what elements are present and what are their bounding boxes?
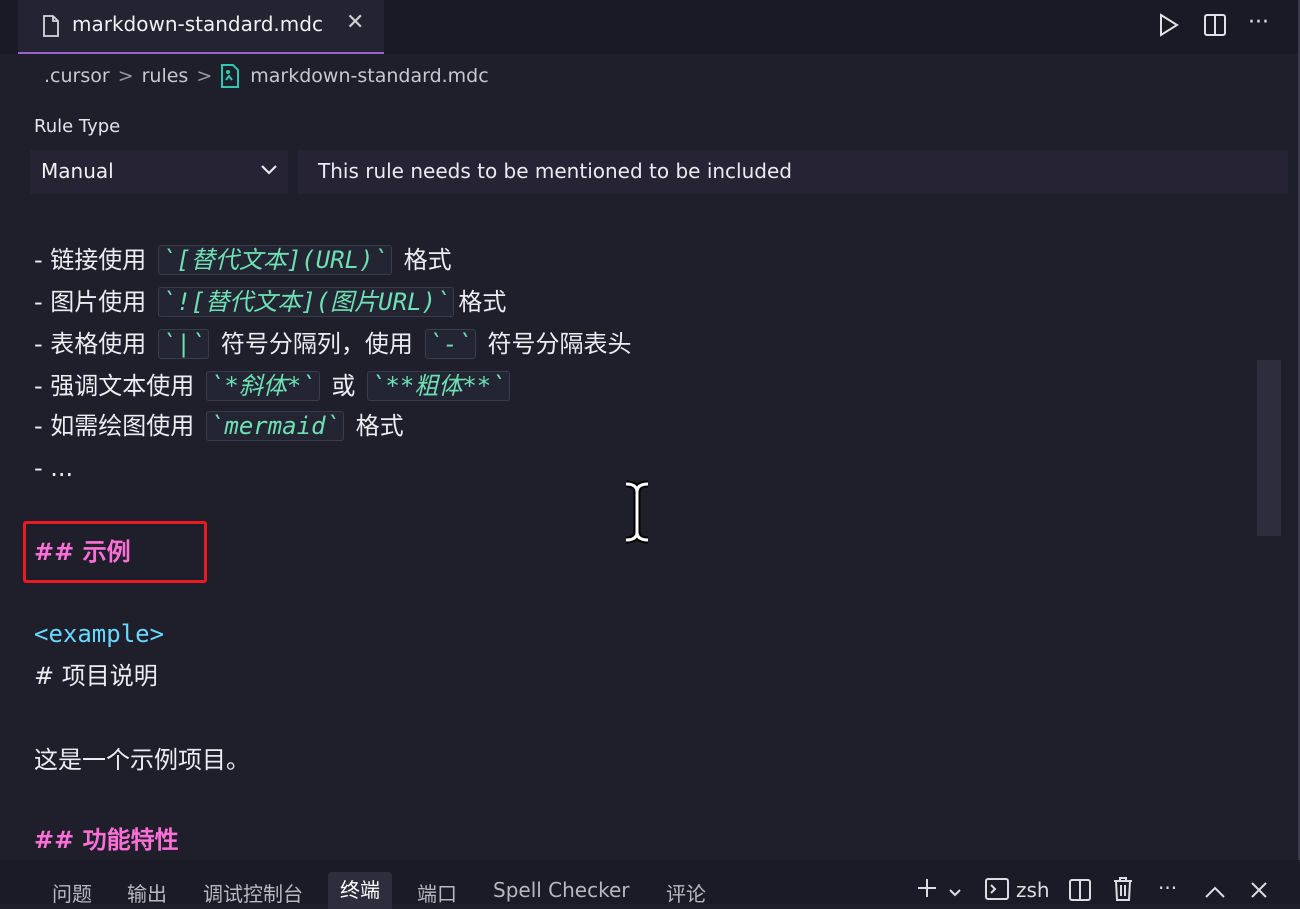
tab-output[interactable]: 输出	[127, 878, 167, 907]
code-line: 这是一个示例项目。	[34, 746, 250, 774]
more-actions-icon[interactable]: ···	[1158, 876, 1177, 900]
split-editor-icon[interactable]	[1203, 12, 1227, 42]
code-line: # 项目说明	[34, 662, 158, 690]
editor-scrollbar[interactable]	[1257, 360, 1281, 536]
text-cursor-icon	[620, 480, 654, 548]
code-line: - 如需绘图使用 `mermaid` 格式	[34, 411, 404, 441]
chevron-down-icon	[260, 162, 278, 181]
file-icon	[42, 15, 60, 41]
terminal-name[interactable]: zsh	[1016, 878, 1050, 902]
code-line: - 强调文本使用 `*斜体*` 或 `**粗体**`	[34, 368, 514, 404]
breadcrumb-cursor[interactable]: .cursor	[44, 65, 110, 87]
chevron-right-icon: >	[196, 65, 213, 87]
tab-title: markdown-standard.mdc	[72, 12, 323, 36]
chevron-up-icon[interactable]	[1204, 880, 1226, 904]
editor-tab-bar: markdown-standard.mdc ✕ ···	[0, 0, 1300, 54]
panel-tab-bar: 问题 输出 调试控制台 终端 端口 Spell Checker 评论 zsh ·…	[0, 860, 1300, 909]
rule-description: This rule needs to be mentioned to be in…	[298, 150, 1288, 194]
mdc-file-icon	[220, 64, 240, 88]
terminal-icon	[985, 878, 1009, 905]
close-icon[interactable]: ✕	[346, 10, 364, 35]
breadcrumb-rules[interactable]: rules	[142, 65, 189, 87]
rule-type-label: Rule Type	[34, 116, 121, 137]
run-icon[interactable]	[1158, 12, 1180, 42]
tab-markdown-standard[interactable]: markdown-standard.mdc ✕	[18, 0, 384, 54]
breadcrumb-file[interactable]: markdown-standard.mdc	[250, 65, 488, 87]
rule-description-text: This rule needs to be mentioned to be in…	[318, 159, 792, 183]
tab-problems[interactable]: 问题	[52, 878, 92, 907]
tab-spell-checker[interactable]: Spell Checker	[493, 878, 630, 902]
code-line: - 链接使用 `[替代文本](URL)` 格式	[34, 245, 452, 275]
rule-type-select[interactable]: Manual	[30, 150, 288, 194]
breadcrumb: .cursor > rules > markdown-standard.mdc	[44, 62, 489, 90]
chevron-right-icon: >	[117, 65, 134, 87]
split-terminal-icon[interactable]	[1068, 878, 1092, 907]
example-tag: <example>	[34, 620, 165, 648]
chevron-down-icon[interactable]	[948, 880, 962, 904]
new-terminal-icon[interactable]	[915, 876, 939, 905]
code-line: - 表格使用 `|` 符号分隔列，使用 `-` 符号分隔表头	[34, 329, 632, 359]
rule-type-value: Manual	[41, 159, 114, 183]
section-heading-features: ## 功能特性	[34, 826, 179, 854]
tab-terminal[interactable]: 终端	[328, 872, 392, 909]
tab-debug-console[interactable]: 调试控制台	[203, 878, 303, 907]
code-line: - ...	[34, 454, 74, 482]
highlight-box	[23, 521, 207, 583]
more-actions-icon[interactable]: ···	[1248, 10, 1269, 35]
code-line: - 图片使用 `![替代文本](图片URL)` 格式	[34, 287, 507, 317]
tab-comments[interactable]: 评论	[666, 878, 706, 907]
tab-ports[interactable]: 端口	[417, 878, 457, 907]
close-panel-icon[interactable]	[1250, 880, 1268, 904]
trash-icon[interactable]	[1112, 876, 1134, 907]
